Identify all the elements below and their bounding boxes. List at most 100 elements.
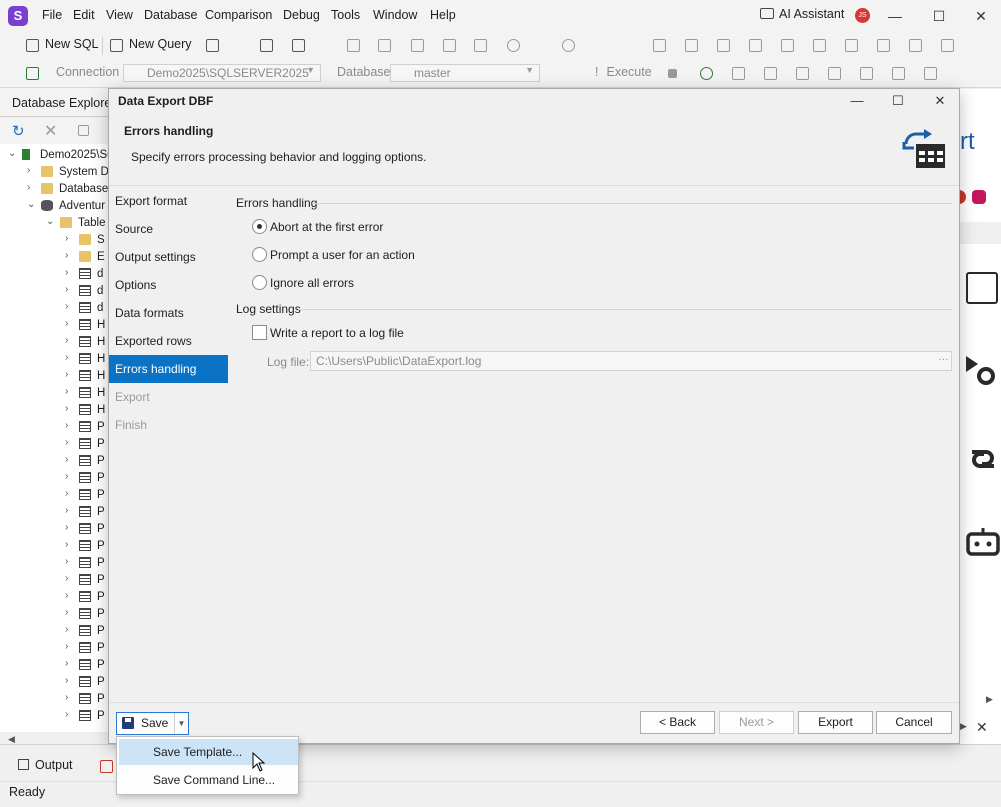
chart-icon[interactable] [892, 67, 905, 80]
chevron-right-icon[interactable]: › [65, 488, 68, 499]
chevron-right-icon[interactable]: › [65, 437, 68, 448]
chevron-right-icon[interactable]: › [65, 624, 68, 635]
tree-node[interactable]: › d [0, 300, 108, 317]
chevron-right-icon[interactable]: › [65, 709, 68, 720]
new-file-icon[interactable] [260, 39, 273, 52]
menu-tools[interactable]: Tools [331, 8, 360, 22]
dialog-maximize-button[interactable]: ☐ [885, 90, 911, 112]
minimize-button[interactable]: — [880, 5, 910, 27]
chevron-right-icon[interactable]: › [65, 267, 68, 278]
chevron-right-icon[interactable]: › [65, 352, 68, 363]
tree-node[interactable]: ⌄ Table [0, 215, 108, 232]
explorer-tree[interactable]: ⌄Demo2025\SQ›System D›Database⌄Adventur⌄… [0, 144, 108, 732]
profiler-icon[interactable] [764, 67, 777, 80]
chevron-right-icon[interactable]: › [65, 556, 68, 567]
comment-icon[interactable] [813, 39, 826, 52]
wrap-icon[interactable] [877, 39, 890, 52]
uncomment-icon[interactable] [845, 39, 858, 52]
save-icon[interactable] [347, 39, 360, 52]
chevron-right-icon[interactable]: › [65, 403, 68, 414]
wizard-step-finish[interactable]: Finish [109, 411, 228, 439]
tree-node[interactable]: › P [0, 657, 108, 674]
table-view-icon[interactable] [828, 67, 841, 80]
tree-node[interactable]: › P [0, 436, 108, 453]
cut-icon[interactable] [411, 39, 424, 52]
tree-node[interactable]: › P [0, 572, 108, 589]
chevron-right-icon[interactable]: › [65, 284, 68, 295]
save-command-line-menu-item[interactable]: Save Command Line... [119, 767, 298, 793]
tree-node[interactable]: › H [0, 402, 108, 419]
new-query-button[interactable]: New Query [129, 37, 192, 51]
menu-edit[interactable]: Edit [73, 8, 95, 22]
save-button[interactable]: Save [117, 713, 173, 734]
explorer-title[interactable]: Database Explorer [12, 96, 116, 110]
save-split-button[interactable]: Save ▼ [116, 712, 189, 735]
log-file-input[interactable] [310, 351, 952, 371]
open-folder-icon[interactable] [292, 39, 305, 52]
write-report-label[interactable]: Write a report to a log file [270, 326, 404, 340]
delete-icon[interactable]: ✕ [44, 121, 57, 141]
tree-node[interactable]: › P [0, 708, 108, 725]
wizard-step-export-format[interactable]: Export format [109, 187, 228, 215]
tree-node[interactable]: › H [0, 351, 108, 368]
tree-node[interactable]: › S [0, 232, 108, 249]
chevron-right-icon[interactable]: › [65, 522, 68, 533]
tree-node[interactable]: › P [0, 419, 108, 436]
error-option-radio[interactable] [252, 275, 267, 290]
menu-window[interactable]: Window [373, 8, 417, 22]
save-template-menu-item[interactable]: Save Template... [119, 739, 298, 765]
tree-node[interactable]: ⌄ Adventur [0, 198, 108, 215]
tree-node[interactable]: ⌄ Demo2025\SQ [0, 147, 108, 164]
tree-node[interactable]: › d [0, 283, 108, 300]
copy-icon[interactable] [443, 39, 456, 52]
format-icon[interactable] [653, 39, 666, 52]
cancel-button[interactable]: Cancel [876, 711, 952, 734]
chevron-right-icon[interactable]: › [65, 590, 68, 601]
wizard-step-options[interactable]: Options [109, 271, 228, 299]
tree-node[interactable]: › H [0, 385, 108, 402]
tree-node[interactable]: › H [0, 368, 108, 385]
error-option-radio[interactable] [252, 247, 267, 262]
wizard-step-export[interactable]: Export [109, 383, 228, 411]
output-tab[interactable]: Output [18, 758, 73, 772]
snippet-icon[interactable] [685, 39, 698, 52]
case-icon[interactable] [749, 39, 762, 52]
new-document-icon[interactable] [206, 39, 219, 52]
menu-database[interactable]: Database [144, 8, 198, 22]
history-icon[interactable] [700, 67, 713, 80]
chevron-right-icon[interactable]: › [65, 658, 68, 669]
wizard-step-source[interactable]: Source [109, 215, 228, 243]
outdent-icon[interactable] [781, 39, 794, 52]
chevron-right-icon[interactable]: › [65, 539, 68, 550]
tree-node[interactable]: › System D [0, 164, 108, 181]
tree-node[interactable]: › P [0, 555, 108, 572]
dialog-minimize-button[interactable]: — [844, 90, 870, 112]
settings-icon[interactable] [924, 67, 937, 80]
tree-node[interactable]: › d [0, 266, 108, 283]
grid-icon[interactable] [796, 67, 809, 80]
user-avatar[interactable]: JS [855, 8, 870, 23]
collapse-icon[interactable] [78, 125, 89, 136]
image-icon[interactable] [860, 67, 873, 80]
chevron-right-icon[interactable]: › [65, 420, 68, 431]
chevron-right-icon[interactable]: › [65, 318, 68, 329]
chevron-right-icon[interactable]: › [65, 233, 68, 244]
plan-icon[interactable] [732, 67, 745, 80]
tree-node[interactable]: › P [0, 623, 108, 640]
menu-file[interactable]: File [42, 8, 62, 22]
chevron-right-icon[interactable]: › [65, 335, 68, 346]
ai-assistant-button[interactable]: AI Assistant [760, 7, 844, 21]
stop-icon[interactable] [668, 69, 677, 78]
indent-icon[interactable] [717, 39, 730, 52]
chevron-right-icon[interactable]: › [65, 301, 68, 312]
chevron-right-icon[interactable]: › [65, 675, 68, 686]
tree-node[interactable]: › P [0, 538, 108, 555]
tab-scroll-icon[interactable]: ▶ [960, 721, 967, 732]
chevron-down-icon[interactable]: ⌄ [27, 199, 35, 210]
tree-node[interactable]: › H [0, 334, 108, 351]
menu-view[interactable]: View [106, 8, 133, 22]
close-button[interactable]: ✕ [966, 5, 996, 27]
new-sql-button[interactable]: New SQL [45, 37, 99, 51]
back-button[interactable]: < Back [640, 711, 715, 734]
wizard-step-output-settings[interactable]: Output settings [109, 243, 228, 271]
